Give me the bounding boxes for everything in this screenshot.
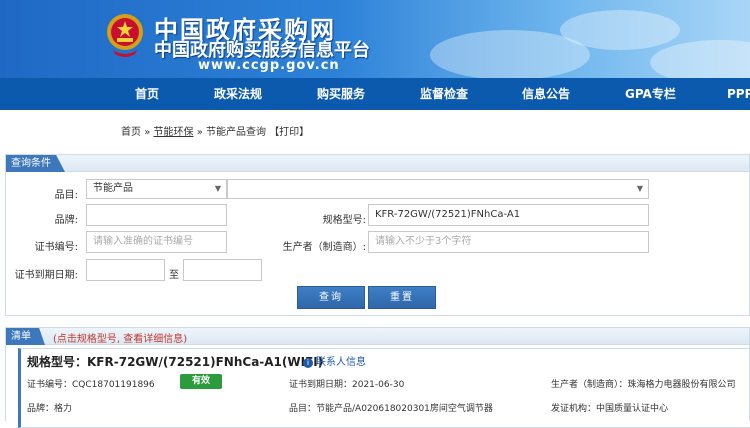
- query-panel: 查询条件 品目: 节能产品 ▼ ▼ 品牌: 规格型号: KFR-72GW/(72…: [5, 154, 750, 316]
- model-label: 规格型号:: [322, 215, 366, 226]
- main-nav: 首页 政采法规 购买服务 监督检查 信息公告 GPA专栏 PPP: [0, 78, 750, 110]
- query-tab: 查询条件: [6, 155, 65, 172]
- category-select[interactable]: 节能产品 ▼: [86, 179, 227, 199]
- results-hint: (点击规格型号, 查看详细信息): [53, 334, 188, 345]
- nav-item-announcements[interactable]: 信息公告: [522, 78, 570, 110]
- cert-input[interactable]: 请输入准确的证书编号: [86, 231, 227, 253]
- breadcrumb: 首页 » 节能环保 » 节能产品查询 【打印】: [121, 123, 309, 138]
- expiry-label: 证书到期日期:: [14, 270, 78, 281]
- record-maker: 生产者（制造商）：珠海格力电器股份有限公司: [551, 380, 736, 390]
- record-cert-number: 证书编号：CQC18701191896: [27, 380, 155, 390]
- results-panel: 清单 (点击规格型号, 查看详细信息) 规格型号：KFR-72GW/(72521…: [5, 327, 750, 428]
- nav-item-regulations[interactable]: 政采法规: [214, 78, 262, 110]
- chevron-down-icon: ▼: [636, 184, 643, 193]
- category-selected-value: 节能产品: [93, 183, 133, 194]
- national-emblem-icon: [107, 14, 143, 57]
- record-model-link[interactable]: 规格型号：KFR-72GW/(72521)FNhCa-A1(WIFI): [27, 353, 323, 370]
- subcategory-select[interactable]: ▼: [227, 179, 649, 199]
- breadcrumb-energy[interactable]: 节能环保: [154, 127, 194, 138]
- maker-input[interactable]: 请输入不少于3个字符: [368, 231, 649, 253]
- cert-label: 证书编号:: [34, 242, 78, 253]
- breadcrumb-separator: »: [196, 127, 203, 138]
- record-issuer: 发证机构：中国质量认证中心: [551, 404, 669, 414]
- site-header: 中国政府采购网 中国政府购买服务信息平台 www.ccgp.gov.cn: [0, 0, 750, 78]
- contact-info-label: 联系人信息: [316, 357, 366, 368]
- reset-button[interactable]: 重置: [368, 286, 436, 309]
- category-label: 品目:: [54, 190, 78, 201]
- breadcrumb-home[interactable]: 首页: [121, 127, 141, 138]
- search-button[interactable]: 查询: [297, 286, 365, 309]
- results-tab: 清单: [6, 328, 45, 345]
- record-brand: 品牌：格力: [27, 404, 73, 414]
- record-category: 品目：节能产品/A020618020301房间空气调节器: [289, 404, 493, 414]
- results-panel-header: 清单 (点击规格型号, 查看详细信息): [6, 328, 749, 345]
- nav-item-gpa[interactable]: GPA专栏: [625, 78, 676, 110]
- nav-item-home[interactable]: 首页: [135, 78, 159, 110]
- cloud-decoration: [650, 40, 750, 78]
- contact-info-link[interactable]: i 联系人信息: [303, 353, 366, 368]
- cloud-decoration: [560, 10, 680, 50]
- list-item: 规格型号：KFR-72GW/(72521)FNhCa-A1(WIFI) i 联系人…: [18, 348, 750, 428]
- print-link[interactable]: 【打印】: [269, 127, 309, 138]
- to-label: 至: [169, 270, 179, 281]
- info-icon: i: [303, 358, 313, 368]
- maker-label: 生产者（制造商）:: [282, 242, 366, 253]
- query-panel-header: 查询条件: [6, 155, 749, 172]
- breadcrumb-separator: »: [144, 127, 151, 138]
- brand-input[interactable]: [86, 204, 227, 226]
- record-expiry: 证书到期日期：2021-06-30: [289, 380, 405, 390]
- brand-label: 品牌:: [54, 215, 78, 226]
- chevron-down-icon: ▼: [214, 184, 221, 193]
- nav-item-supervision[interactable]: 监督检查: [420, 78, 468, 110]
- expiry-to-input[interactable]: [183, 259, 262, 281]
- nav-item-purchase-services[interactable]: 购买服务: [317, 78, 365, 110]
- status-badge: 有效: [180, 374, 222, 389]
- breadcrumb-current: 节能产品查询: [206, 127, 266, 138]
- nav-item-ppp[interactable]: PPP: [727, 78, 750, 110]
- expiry-from-input[interactable]: [86, 259, 165, 281]
- site-url: www.ccgp.gov.cn: [198, 58, 340, 73]
- model-input[interactable]: KFR-72GW/(72521)FNhCa-A1: [368, 204, 649, 226]
